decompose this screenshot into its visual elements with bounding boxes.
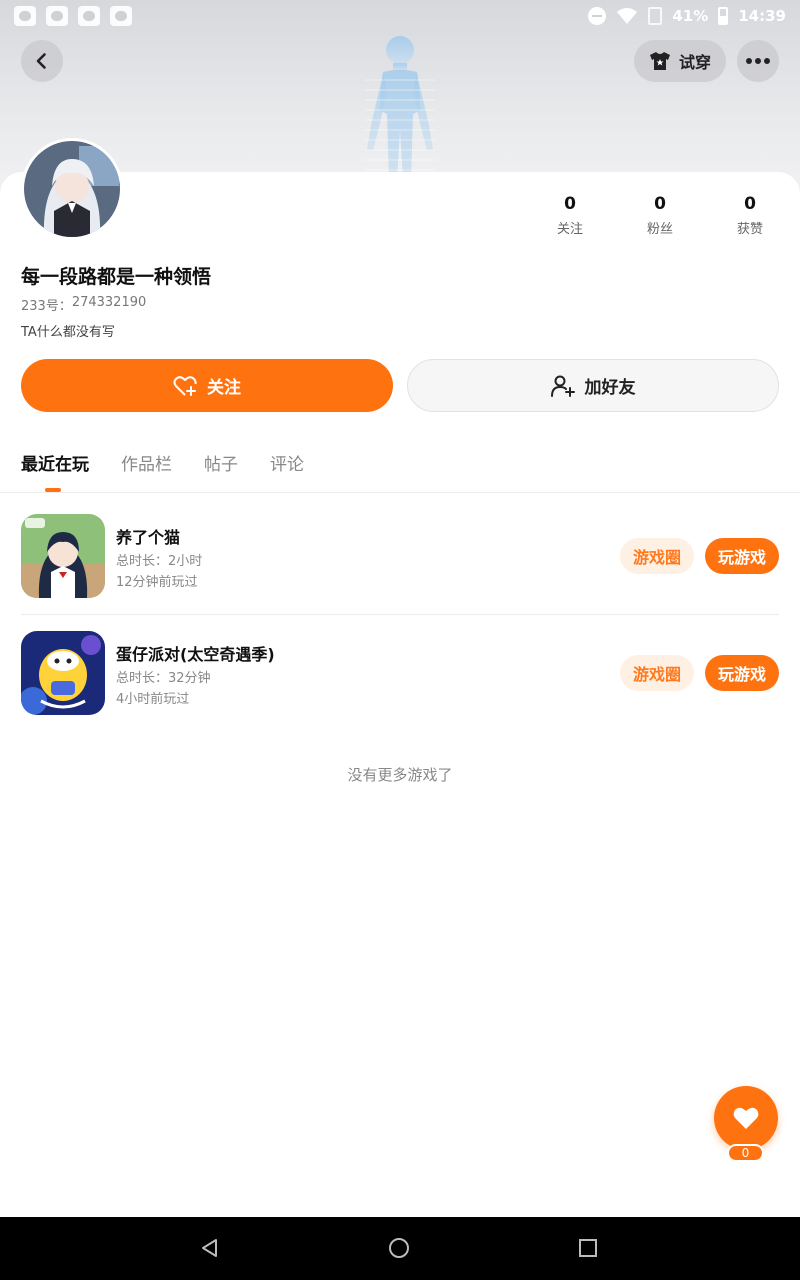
stat-label: 关注 xyxy=(556,222,583,237)
game-duration: 总时长： 2小时 xyxy=(116,550,202,569)
list-item[interactable]: 养了个猫 总时长： 2小时 12分钟前玩过 游戏圈 玩游戏 xyxy=(21,514,779,598)
stat-fans[interactable]: 0 粉丝 xyxy=(615,194,705,237)
add-user-icon xyxy=(550,375,575,397)
clock: 14:39 xyxy=(738,7,786,25)
game-name: 蛋仔派对(太空奇遇季) xyxy=(116,645,275,664)
last-played: 12分钟前玩过 xyxy=(116,575,198,590)
back-button[interactable] xyxy=(21,40,63,82)
circle-home-icon xyxy=(389,1238,409,1258)
add-friend-label: 加好友 xyxy=(584,378,636,398)
profile-tabs: 最近在玩 作品栏 帖子 评论 xyxy=(21,450,304,478)
notification-paw-icon xyxy=(78,6,100,26)
divider xyxy=(21,614,779,615)
try-on-button[interactable]: 试穿 xyxy=(634,40,726,82)
stat-value: 0 xyxy=(564,194,576,214)
duration-label: 总时长： xyxy=(116,554,169,569)
sim-icon xyxy=(648,7,663,25)
wifi-icon xyxy=(617,8,638,24)
avatar-3d-figure xyxy=(365,36,435,180)
no-more-games-text: 没有更多游戏了 xyxy=(347,766,453,784)
play-game-button[interactable]: 玩游戏 xyxy=(705,655,779,691)
list-item[interactable]: 蛋仔派对(太空奇遇季) 总时长： 32分钟 4小时前玩过 游戏圈 玩游戏 xyxy=(21,631,779,715)
user-id-label: 233号： xyxy=(21,299,72,314)
profile-stats: 0 关注 0 粉丝 0 获赞 xyxy=(525,194,800,237)
user-id[interactable]: 233号： 274332190 xyxy=(21,295,146,314)
last-played: 4小时前玩过 xyxy=(116,692,190,707)
add-friend-button[interactable]: 加好友 xyxy=(407,359,779,412)
game-duration: 总时长： 32分钟 xyxy=(116,667,211,686)
game-icon xyxy=(21,514,105,598)
stat-likes[interactable]: 0 获赞 xyxy=(705,194,795,237)
duration-label: 总时长： xyxy=(116,671,169,686)
avatar[interactable] xyxy=(21,138,123,240)
duration-value: 2小时 xyxy=(168,554,203,569)
more-button[interactable] xyxy=(737,40,779,82)
game-circle-button[interactable]: 游戏圈 xyxy=(620,538,694,574)
stat-following[interactable]: 0 关注 xyxy=(525,194,615,237)
triangle-back-icon xyxy=(202,1239,217,1257)
notification-paw-icon xyxy=(46,6,68,26)
do-not-disturb-icon xyxy=(588,7,607,25)
stat-label: 粉丝 xyxy=(646,222,673,237)
try-on-label: 试穿 xyxy=(678,53,711,72)
nav-recents-button[interactable] xyxy=(575,1235,601,1261)
play-game-button[interactable]: 玩游戏 xyxy=(705,538,779,574)
user-id-value: 274332190 xyxy=(71,295,147,310)
notification-image-icon xyxy=(110,6,132,26)
game-circle-button[interactable]: 游戏圈 xyxy=(620,655,694,691)
notification-paw-icon xyxy=(14,6,36,26)
stat-value: 0 xyxy=(744,194,756,214)
game-icon xyxy=(21,631,105,715)
status-bar: 41% 14:39 xyxy=(0,0,800,32)
tab-posts[interactable]: 帖子 xyxy=(204,450,238,478)
like-button[interactable] xyxy=(714,1086,778,1150)
battery-percent: 41% xyxy=(672,7,709,25)
chevron-left-icon xyxy=(36,53,46,69)
stat-value: 0 xyxy=(654,194,666,214)
battery-icon xyxy=(718,7,729,25)
tab-recent-play[interactable]: 最近在玩 xyxy=(21,450,89,478)
heart-plus-icon xyxy=(173,375,197,396)
heart-icon xyxy=(733,1107,759,1129)
game-name: 养了个猫 xyxy=(116,528,181,547)
avatar-image xyxy=(24,141,120,237)
duration-value: 32分钟 xyxy=(168,671,211,686)
stat-label: 获赞 xyxy=(736,222,763,237)
bio: TA什么都没有写 xyxy=(21,325,115,340)
system-navigation-bar xyxy=(0,1217,800,1280)
nav-home-button[interactable] xyxy=(386,1235,412,1261)
square-recents-icon xyxy=(579,1239,597,1257)
nav-back-button[interactable] xyxy=(197,1235,223,1261)
divider xyxy=(0,492,800,493)
tab-works[interactable]: 作品栏 xyxy=(121,450,172,478)
tshirt-icon xyxy=(649,52,670,70)
follow-label: 关注 xyxy=(207,378,241,398)
more-dots-icon xyxy=(746,58,770,64)
nickname: 每一段路都是一种领悟 xyxy=(21,266,212,288)
follow-button[interactable]: 关注 xyxy=(21,359,393,412)
tab-comments[interactable]: 评论 xyxy=(270,450,304,478)
like-count-badge: 0 xyxy=(727,1144,764,1162)
